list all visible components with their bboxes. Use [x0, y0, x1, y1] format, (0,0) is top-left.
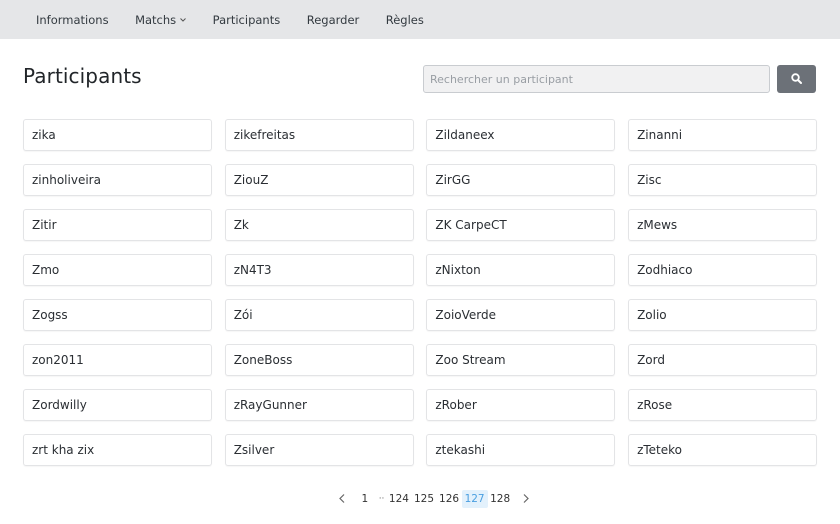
participant-card[interactable]: ZK CarpeCT: [426, 209, 616, 241]
participant-name: zikefreitas: [233, 127, 296, 142]
pagination-page[interactable]: 126: [437, 490, 462, 508]
participant-name: ZirGG: [435, 172, 471, 187]
nav-item-label: Informations: [36, 12, 109, 27]
participant-card[interactable]: ZiouZ: [224, 164, 414, 196]
nav-item-regarder[interactable]: Regarder: [295, 13, 372, 27]
participant-card[interactable]: zNixton: [426, 254, 616, 286]
participant-name: zN4T3: [233, 262, 272, 277]
nav-item-regles[interactable]: Règles: [374, 13, 436, 27]
participant-card[interactable]: Zinanni: [628, 119, 818, 151]
participant-name: Zordwilly: [32, 397, 87, 412]
participant-card[interactable]: Zisc: [628, 164, 818, 196]
participant-name: zRose: [637, 397, 673, 412]
nav-item-participants[interactable]: Participants: [201, 13, 293, 27]
nav-item-matchs[interactable]: Matchs: [123, 13, 198, 27]
participant-name: Zildaneex: [435, 127, 495, 142]
participant-name: ZiouZ: [233, 172, 269, 187]
nav-item-informations[interactable]: Informations: [24, 13, 121, 27]
pagination: 1 ·· 124 125 126 127 128: [333, 490, 535, 508]
participant-card[interactable]: zRayGunner: [224, 389, 414, 421]
pagination-prev-button[interactable]: [333, 490, 351, 508]
nav-item-label: Matchs: [135, 12, 177, 27]
participant-card[interactable]: zN4T3: [224, 254, 414, 286]
participant-card[interactable]: zRober: [426, 389, 616, 421]
participant-name: zRayGunner: [233, 397, 307, 412]
page-header: Participants: [0, 39, 840, 117]
participant-card[interactable]: zikefreitas: [224, 119, 414, 151]
participant-name: zMews: [637, 217, 678, 232]
participant-name: zNixton: [435, 262, 481, 277]
participant-name: Zsilver: [233, 442, 275, 457]
search-icon: [791, 72, 802, 87]
participant-card[interactable]: Zoo Stream: [426, 344, 616, 376]
pagination-next-button[interactable]: [517, 490, 535, 508]
participant-card[interactable]: Zitir: [23, 209, 212, 241]
search-input[interactable]: [423, 65, 770, 93]
participant-name: Zitir: [32, 217, 57, 232]
pagination-page[interactable]: 124: [386, 490, 411, 508]
search-button[interactable]: [777, 65, 816, 93]
participant-card[interactable]: zrt kha zix: [23, 434, 212, 466]
nav-item-label: Règles: [385, 12, 424, 27]
participant-card[interactable]: zTeteko: [628, 434, 818, 466]
participant-card[interactable]: zRose: [628, 389, 818, 421]
participant-card[interactable]: ztekashi: [426, 434, 616, 466]
participant-name: Zord: [637, 352, 665, 367]
participant-name: ztekashi: [435, 442, 486, 457]
nav-item-label: Participants: [212, 12, 281, 27]
participant-card[interactable]: zMews: [628, 209, 818, 241]
participant-name: Zolio: [637, 307, 667, 322]
participants-grid: zika zikefreitas Zildaneex Zinanni zinholive…: [23, 119, 818, 466]
pagination-page-first[interactable]: 1: [359, 490, 371, 508]
pagination-ellipsis: ··: [378, 494, 385, 504]
participant-card[interactable]: Zsilver: [224, 434, 414, 466]
participant-name: zika: [32, 127, 56, 142]
participant-name: Zodhiaco: [637, 262, 693, 277]
participant-name: Zogss: [32, 307, 68, 322]
participant-card[interactable]: Zord: [628, 344, 818, 376]
top-navbar: Informations Matchs Participants Regarde…: [0, 0, 840, 39]
participant-card[interactable]: Zói: [224, 299, 414, 331]
participant-card[interactable]: Zogss: [23, 299, 212, 331]
participant-name: ZK CarpeCT: [435, 217, 507, 232]
participant-name: zinholiveira: [32, 172, 101, 187]
participant-name: ZoneBoss: [233, 352, 293, 367]
participant-name: ZoioVerde: [435, 307, 496, 322]
participant-name: zTeteko: [637, 442, 682, 457]
participant-name: Zói: [233, 307, 253, 322]
participant-card[interactable]: Zk: [224, 209, 414, 241]
participant-name: Zk: [233, 217, 249, 232]
participant-name: zon2011: [32, 352, 84, 367]
page-title: Participants: [23, 64, 142, 88]
participant-card[interactable]: ZoneBoss: [224, 344, 414, 376]
participant-card[interactable]: Zodhiaco: [628, 254, 818, 286]
nav-item-label: Regarder: [306, 12, 360, 27]
participant-card[interactable]: Zordwilly: [23, 389, 212, 421]
pagination-page[interactable]: 128: [488, 490, 513, 508]
participant-name: zrt kha zix: [32, 442, 95, 457]
participant-name: Zoo Stream: [435, 352, 506, 367]
participant-card[interactable]: ZirGG: [426, 164, 616, 196]
participant-card[interactable]: ZoioVerde: [426, 299, 616, 331]
participant-name: Zinanni: [637, 127, 683, 142]
pagination-page-current[interactable]: 127: [461, 490, 488, 508]
participant-name: Zmo: [32, 262, 60, 277]
participant-name: zRober: [435, 397, 477, 412]
participant-card[interactable]: zika: [23, 119, 212, 151]
participant-card[interactable]: zinholiveira: [23, 164, 212, 196]
participant-card[interactable]: zon2011: [23, 344, 212, 376]
participant-card[interactable]: Zolio: [628, 299, 818, 331]
participant-card[interactable]: Zildaneex: [426, 119, 616, 151]
participant-card[interactable]: Zmo: [23, 254, 212, 286]
chevron-down-icon: [180, 16, 187, 24]
participant-name: Zisc: [637, 172, 662, 187]
pagination-page[interactable]: 125: [411, 490, 436, 508]
